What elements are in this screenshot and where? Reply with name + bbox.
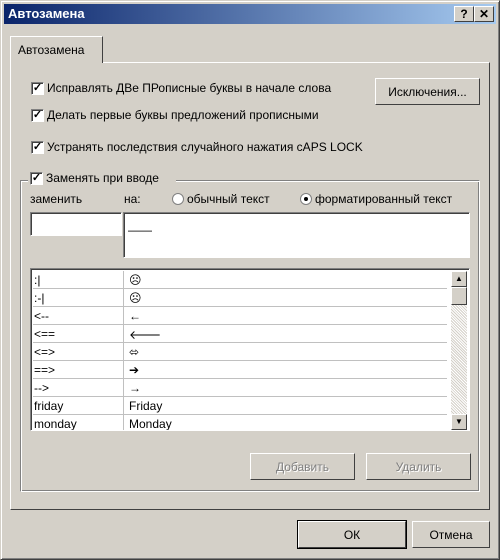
plain-text-label[interactable]: обычный текст xyxy=(187,192,270,206)
replace-label: заменить xyxy=(30,192,83,206)
scroll-down-icon[interactable]: ▼ xyxy=(451,414,467,430)
replace-input[interactable] xyxy=(30,212,122,236)
exceptions-button-label: Исключения... xyxy=(388,85,467,99)
add-button-label: Добавить xyxy=(275,460,330,474)
scroll-thumb[interactable] xyxy=(451,287,467,305)
entry-to: ☹ xyxy=(129,273,142,287)
entry-to: Friday xyxy=(129,399,163,413)
entry-from: ==> xyxy=(34,363,56,377)
list-row[interactable]: :| ☹ xyxy=(33,271,447,289)
cancel-button[interactable]: Отмена xyxy=(412,521,490,548)
entry-from: <=> xyxy=(34,345,56,359)
list-row[interactable]: <== 🡐 xyxy=(33,325,447,343)
list-row[interactable]: monday Monday xyxy=(33,415,447,431)
vertical-scrollbar[interactable]: ▲ ▼ xyxy=(451,271,467,430)
autocorrect-list[interactable]: :| ☹ :-| ☹ <-- ← <== 🡐 <=> ⬄ ==> ➔ --> → friday… xyxy=(30,268,470,431)
formatted-text-radio[interactable] xyxy=(300,193,312,205)
caps-lock-checkbox[interactable]: ✓ xyxy=(31,141,44,154)
entry-to: Monday xyxy=(129,417,172,431)
tab-autocorrect-label: Автозамена xyxy=(18,43,85,57)
formatted-text-label[interactable]: форматированный текст xyxy=(315,192,452,206)
scroll-up-icon[interactable]: ▲ xyxy=(451,271,467,287)
two-caps-checkbox[interactable]: ✓ xyxy=(31,82,44,95)
sentence-caps-label[interactable]: Делать первые буквы предложений прописны… xyxy=(47,108,319,122)
sentence-caps-checkbox[interactable]: ✓ xyxy=(31,109,44,122)
entry-from: monday xyxy=(34,417,77,431)
entry-to: 🡐 xyxy=(129,328,162,342)
exceptions-button[interactable]: Исключения... xyxy=(375,78,480,105)
delete-button-label: Удалить xyxy=(395,460,442,474)
plain-text-radio[interactable] xyxy=(172,193,184,205)
title-bar[interactable]: Автозамена ? ✕ xyxy=(4,4,496,24)
entry-to: ➔ xyxy=(129,363,140,377)
with-input-value: —— xyxy=(128,223,152,237)
entry-to: ← xyxy=(129,309,141,323)
list-row[interactable]: <-- ← xyxy=(33,307,447,325)
add-button[interactable]: Добавить xyxy=(250,453,355,480)
list-row[interactable]: friday Friday xyxy=(33,397,447,415)
ok-button[interactable]: ОК xyxy=(297,520,407,549)
entry-from: <== xyxy=(34,327,56,341)
entry-to: → xyxy=(129,381,141,395)
tab-autocorrect[interactable]: Автозамена xyxy=(10,36,103,63)
window-title: Автозамена xyxy=(8,6,85,21)
help-button[interactable]: ? xyxy=(454,6,474,22)
caps-lock-label[interactable]: Устранять последствия случайного нажатия… xyxy=(47,140,363,154)
entry-from: :-| xyxy=(34,291,45,305)
entry-to: ☹ xyxy=(129,291,142,305)
with-label: на: xyxy=(124,192,141,206)
radio-selected-dot xyxy=(304,197,308,201)
with-input[interactable]: —— xyxy=(123,212,470,258)
entry-from: friday xyxy=(34,399,64,413)
close-button[interactable]: ✕ xyxy=(474,6,494,22)
replace-as-you-type-checkbox[interactable]: ✓ xyxy=(30,172,43,185)
delete-button[interactable]: Удалить xyxy=(366,453,471,480)
entry-from: --> xyxy=(34,381,49,395)
entry-to: ⬄ xyxy=(129,345,140,359)
replace-as-you-type-label[interactable]: Заменять при вводе xyxy=(46,171,159,185)
entry-from: <-- xyxy=(34,309,49,323)
list-row[interactable]: :-| ☹ xyxy=(33,289,447,307)
list-row[interactable]: --> → xyxy=(33,379,447,397)
ok-button-label: ОК xyxy=(343,528,361,542)
entry-from: :| xyxy=(34,273,41,287)
list-row[interactable]: ==> ➔ xyxy=(33,361,447,379)
two-caps-label[interactable]: Исправлять ДВе ПРописные буквы в начале … xyxy=(47,81,331,95)
list-row[interactable]: <=> ⬄ xyxy=(33,343,447,361)
cancel-button-label: Отмена xyxy=(429,528,473,542)
